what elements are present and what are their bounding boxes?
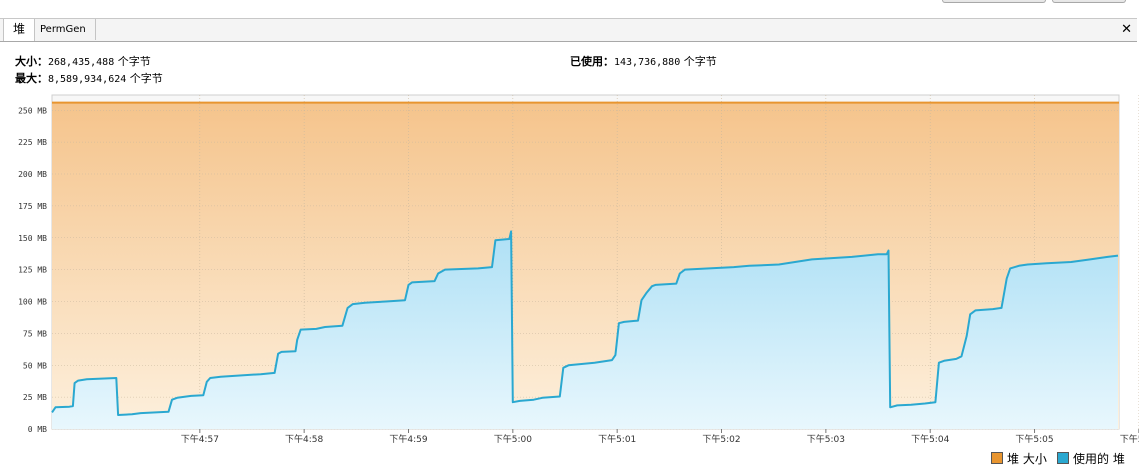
y-tick-label: 0 MB [28,425,47,434]
legend-heap-size: 堆 大小 [991,451,1047,467]
heap-chart: 0 MB 25 MB 50 MB 75 MB 100 MB 125 MB 150 MB 175… [18,94,1139,445]
x-tick-label: 下午4:59 [389,433,427,445]
legend-used-heap-label: 使用的 堆 [1073,452,1125,466]
x-tick-label: 下午4:57 [181,433,219,445]
y-tick-label: 75 MB [23,329,47,338]
y-tick-label: 50 MB [23,361,47,370]
x-tick-label: 下午5:03 [807,433,845,445]
y-tick-label: 100 MB [18,298,47,307]
y-tick-label: 125 MB [18,266,47,275]
x-tick-label: 下午5:01 [598,433,636,445]
y-tick-label: 175 MB [18,202,47,211]
x-tick-label: 下午5:02 [702,433,740,445]
y-tick-label: 225 MB [18,138,47,147]
legend-heap-size-label: 堆 大小 [1007,452,1047,466]
x-tick-label: 下午5:06 [1120,433,1139,445]
x-tick-label: 下午5:05 [1015,433,1053,445]
x-tick-label: 下午4:58 [285,433,323,445]
x-tick-label: 下午5:00 [494,433,532,445]
y-tick-label: 150 MB [18,234,47,243]
y-tick-label: 250 MB [18,106,47,115]
x-tick-label: 下午5:04 [911,433,949,445]
y-tick-label: 25 MB [23,393,47,402]
legend-heap-size-swatch [991,452,1003,464]
legend-used-heap-swatch [1057,452,1069,464]
legend-used-heap: 使用的 堆 [1057,451,1125,467]
y-tick-label: 200 MB [18,170,47,179]
